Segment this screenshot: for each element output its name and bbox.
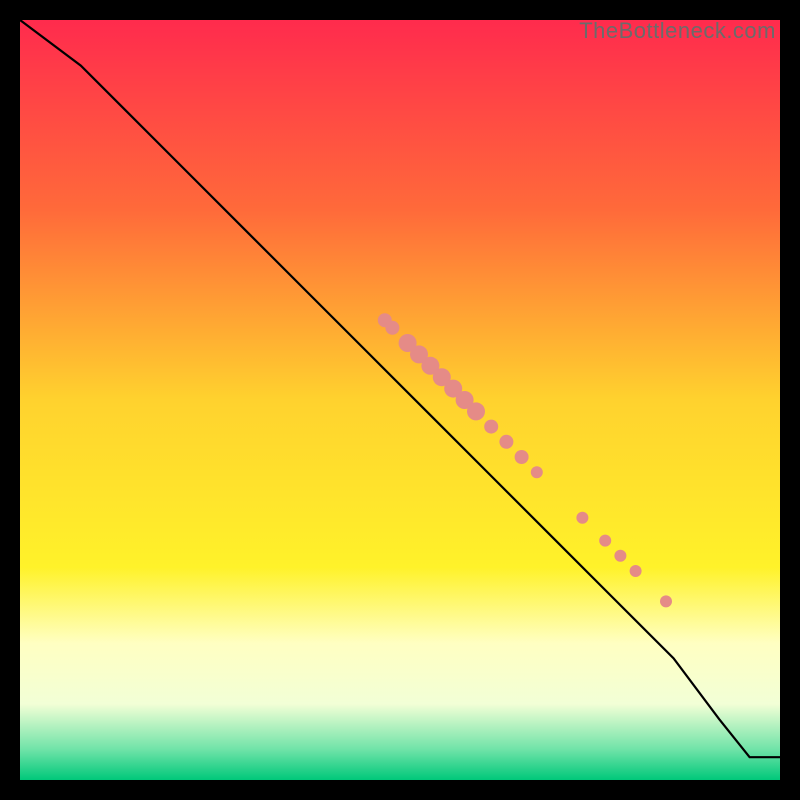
data-point bbox=[576, 512, 588, 524]
data-point bbox=[515, 450, 529, 464]
watermark-text: TheBottleneck.com bbox=[579, 18, 776, 44]
chart-frame: TheBottleneck.com bbox=[20, 20, 780, 780]
chart-plot bbox=[20, 20, 780, 780]
data-point bbox=[385, 321, 399, 335]
data-point bbox=[467, 402, 485, 420]
data-point bbox=[660, 595, 672, 607]
data-point bbox=[630, 565, 642, 577]
data-point bbox=[614, 550, 626, 562]
gradient-background bbox=[20, 20, 780, 780]
data-point bbox=[499, 435, 513, 449]
data-point bbox=[599, 535, 611, 547]
data-point bbox=[484, 420, 498, 434]
data-point bbox=[531, 466, 543, 478]
